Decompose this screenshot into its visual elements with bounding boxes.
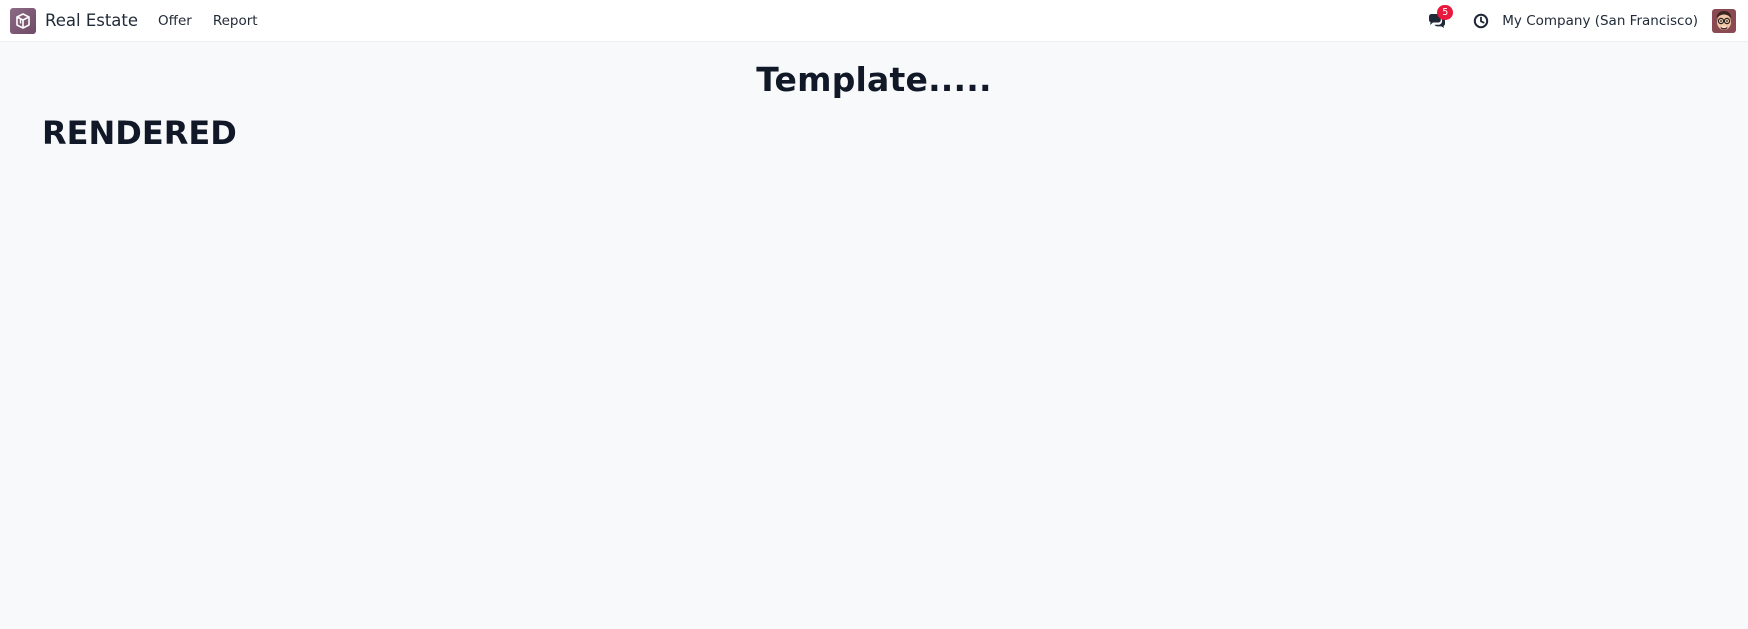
page-title: Template..... (756, 60, 992, 99)
menu-item-offer[interactable]: Offer (158, 13, 192, 29)
activity-button[interactable] (1472, 12, 1490, 30)
top-navbar: Real Estate Offer Report 5 My Company (S… (0, 0, 1748, 42)
app-logo-icon[interactable] (10, 7, 36, 34)
user-avatar[interactable] (1712, 8, 1736, 33)
systray: 5 My Company (San Francisco) (1427, 4, 1736, 33)
messages-count-badge: 5 (1437, 4, 1454, 20)
app-name[interactable]: Real Estate (45, 11, 138, 30)
menu-item-report[interactable]: Report (213, 13, 258, 29)
rendered-heading: RENDERED (42, 114, 237, 152)
company-switcher[interactable]: My Company (San Francisco) (1502, 13, 1698, 29)
clock-icon (1474, 13, 1489, 28)
messages-button[interactable]: 5 (1427, 4, 1454, 31)
main-content: Template..... RENDERED (0, 42, 1748, 629)
